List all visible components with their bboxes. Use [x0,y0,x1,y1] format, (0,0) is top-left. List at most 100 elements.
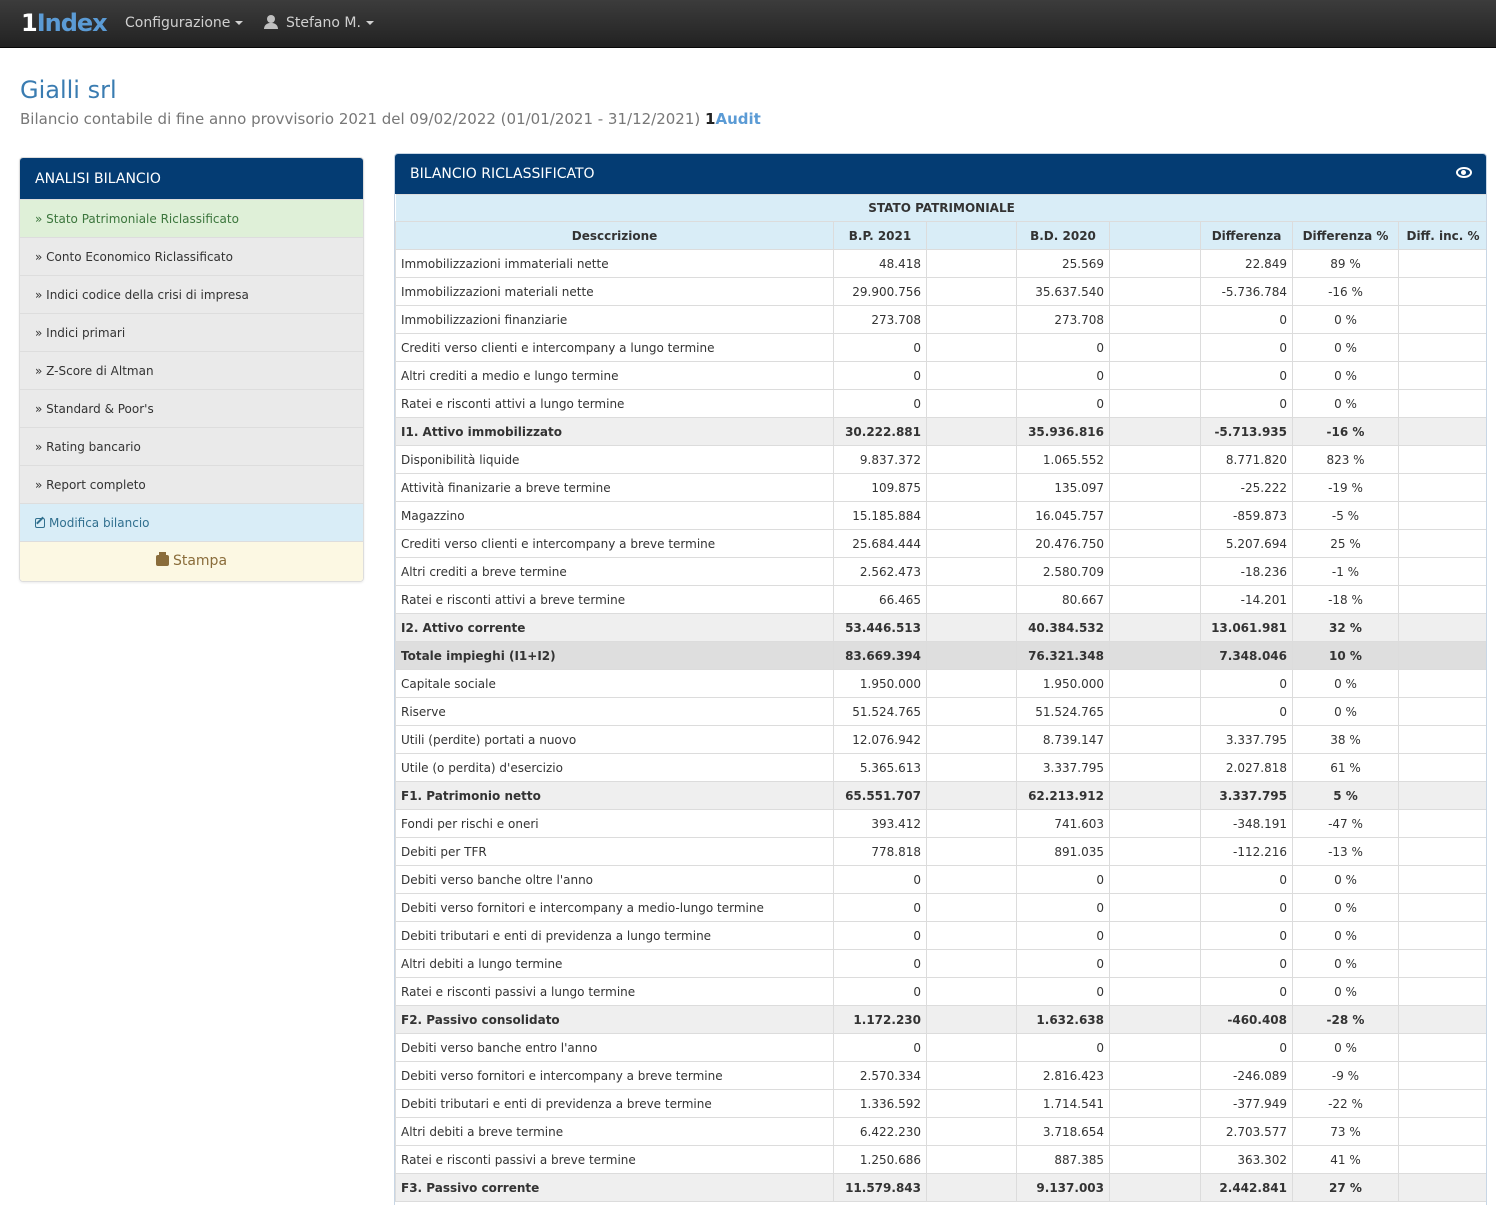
cell-bd-2020: 0 [1016,361,1110,390]
cell-bp-2021: 2.570.334 [833,1061,927,1090]
cell-description: Altri crediti a breve termine [395,557,834,586]
cell-spacer [1109,809,1201,838]
cell-diff-inc-pct [1397,1033,1486,1062]
table-row: F2. Passivo consolidato 1.172.230 1.632.63… [395,1005,1486,1034]
cell-bp-2021: 48.418 [833,249,927,278]
cell-difference: -348.191 [1200,809,1293,838]
sidebar-item-rating-bancario[interactable]: » Rating bancario [20,427,363,465]
cell-spacer [1109,893,1201,922]
cell-diff-inc-pct [1397,417,1486,446]
cell-difference-pct: -9 % [1292,1061,1399,1090]
sidebar-item-indici-crisi[interactable]: » Indici codice della crisi di impresa [20,275,363,313]
cell-bd-2020: 3.337.795 [1016,753,1110,782]
cell-difference-pct: 89 % [1292,249,1399,278]
table-row: Capitale sociale 1.950.000 1.950.000 0 0 % [395,669,1486,698]
edit-balance-button[interactable]: Modifica bilancio [20,503,363,541]
cell-bp-2021: 2.562.473 [833,557,927,586]
cell-spacer [1109,529,1201,558]
cell-bp-2021: 12.076.942 [833,725,927,754]
cell-bp-2021: 0 [833,865,927,894]
cell-description: Totale impieghi (I1+I2) [395,641,834,670]
cell-diff-inc-pct [1397,445,1486,474]
cell-difference: 2.703.577 [1200,1117,1293,1146]
cell-spacer [926,977,1017,1006]
cell-description: Utile (o perdita) d'esercizio [395,753,834,782]
cell-diff-inc-pct [1397,277,1486,306]
sidebar-item-stato-patrimoniale[interactable]: » Stato Patrimoniale Riclassificato [20,199,363,237]
cell-difference-pct: 38 % [1292,725,1399,754]
sidebar-item-standard-poors[interactable]: » Standard & Poor's [20,389,363,427]
cell-spacer [926,893,1017,922]
cell-difference-pct: 32 % [1292,613,1399,642]
cell-description: Immobilizzazioni materiali nette [395,277,834,306]
cell-bp-2021: 66.465 [833,585,927,614]
cell-difference-pct: -16 % [1292,277,1399,306]
cell-bd-2020: 2.816.423 [1016,1061,1110,1090]
cell-diff-inc-pct [1397,641,1486,670]
cell-diff-inc-pct [1397,1173,1486,1202]
cell-difference-pct: -28 % [1292,1005,1399,1034]
cell-bp-2021: 30.222.881 [833,417,927,446]
cell-bd-2020: 0 [1016,893,1110,922]
cell-spacer [926,333,1017,362]
cell-difference: 3.337.795 [1200,725,1293,754]
cell-bd-2020: 8.739.147 [1016,725,1110,754]
cell-description: I1. Attivo immobilizzato [395,417,834,446]
table-row: Riserve 51.524.765 51.524.765 0 0 % [395,697,1486,726]
cell-description: Altri debiti a breve termine [395,1117,834,1146]
cell-spacer [926,529,1017,558]
cell-bp-2021: 83.669.394 [833,641,927,670]
cell-difference-pct: -18 % [1292,585,1399,614]
cell-description: Magazzino [395,501,834,530]
cell-description: Ratei e risconti attivi a lungo termine [395,389,834,418]
cell-spacer [1109,697,1201,726]
cell-difference-pct: 0 % [1292,669,1399,698]
cell-difference: -246.089 [1200,1061,1293,1090]
cell-description: Attività finanizarie a breve termine [395,473,834,502]
cell-description: Debiti verso fornitori e intercompany a … [395,1061,834,1090]
cell-diff-inc-pct [1397,1089,1486,1118]
cell-difference-pct: 41 % [1292,1145,1399,1174]
cell-spacer [1109,1061,1201,1090]
cell-description: Riserve [395,697,834,726]
cell-diff-inc-pct [1397,977,1486,1006]
cell-bd-2020: 0 [1016,977,1110,1006]
sidebar-item-conto-economico[interactable]: » Conto Economico Riclassificato [20,237,363,275]
sidebar-item-report-completo[interactable]: » Report completo [20,465,363,503]
user-menu[interactable]: Stefano M. [264,15,374,31]
cell-bd-2020: 741.603 [1016,809,1110,838]
cell-difference: 0 [1200,977,1293,1006]
cell-difference-pct: 5 % [1292,781,1399,810]
cell-description: Altri debiti a lungo termine [395,949,834,978]
cell-spacer [1109,641,1201,670]
cell-bp-2021: 15.185.884 [833,501,927,530]
table-row: Altri debiti a lungo termine 0 0 0 0 % [395,949,1486,978]
brand-logo[interactable]: 1Index [21,9,108,37]
col-header-descrizione: Desccrizione [395,221,834,250]
cell-description: Immobilizzazioni finanziarie [395,305,834,334]
cell-diff-inc-pct [1397,725,1486,754]
cell-spacer [926,669,1017,698]
cell-spacer [926,949,1017,978]
sidebar-item-z-score[interactable]: » Z-Score di Altman [20,351,363,389]
eye-icon[interactable] [1456,167,1472,178]
config-menu[interactable]: Configurazione [125,15,244,31]
cell-bp-2021: 51.524.765 [833,697,927,726]
print-button[interactable]: Stampa [20,541,363,581]
cell-difference: 7.348.046 [1200,641,1293,670]
cell-difference: 0 [1200,697,1293,726]
cell-spacer [926,585,1017,614]
cell-description: F2. Passivo consolidato [395,1005,834,1034]
sidebar-item-indici-primari[interactable]: » Indici primari [20,313,363,351]
cell-description: Fondi per rischi e oneri [395,809,834,838]
cell-description: Capitale sociale [395,669,834,698]
cell-diff-inc-pct [1397,529,1486,558]
cell-bd-2020: 1.714.541 [1016,1089,1110,1118]
cell-bd-2020: 891.035 [1016,837,1110,866]
cell-spacer [1109,781,1201,810]
table-row: Debiti tributari e enti di previdenza a … [395,921,1486,950]
col-header-spacer [1109,221,1201,250]
cell-bd-2020: 0 [1016,1033,1110,1062]
cell-spacer [926,613,1017,642]
table-row: Magazzino 15.185.884 16.045.757 -859.873 -5 … [395,501,1486,530]
